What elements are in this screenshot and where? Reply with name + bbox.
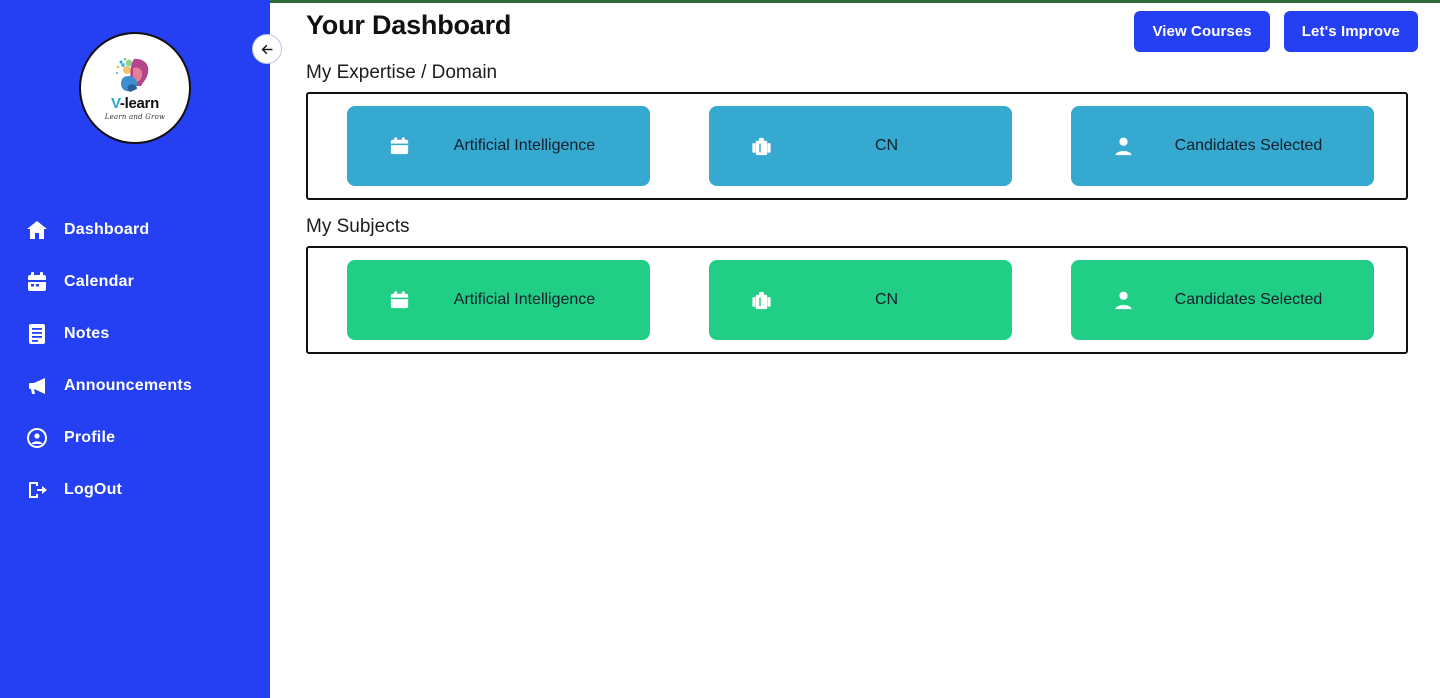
sidebar-item-logout[interactable]: LogOut [0,464,270,516]
card-label: Candidates Selected [1174,291,1323,308]
briefcase-icon [735,289,787,312]
notes-icon [24,321,50,347]
logout-icon [24,477,50,503]
card-label: Artificial Intelligence [453,137,596,154]
lets-improve-button[interactable]: Let's Improve [1283,11,1418,52]
card-label: CN [874,291,899,308]
sidebar-item-notes[interactable]: Notes [0,308,270,360]
view-courses-button[interactable]: View Courses [1134,11,1270,52]
main-content: Your Dashboard View Courses Let's Improv… [270,0,1440,698]
sidebar-item-dashboard[interactable]: Dashboard [0,204,270,256]
sidebar-item-label: Profile [64,429,116,446]
person-icon [1097,289,1149,312]
sidebar-item-label: LogOut [64,481,123,498]
sidebar-item-profile[interactable]: Profile [0,412,270,464]
sidebar-nav: Dashboard Calendar Notes Announcements P… [0,204,270,516]
expertise-card-candidates-selected[interactable]: Candidates Selected [1071,106,1374,186]
calendar-icon [373,135,425,158]
sidebar-item-label: Dashboard [64,221,150,238]
subject-card-cn[interactable]: CN [709,260,1012,340]
logo-wordmark-prefix: V [111,95,120,112]
app-logo: V-learn Learn and Grow [79,32,191,144]
sidebar-item-label: Notes [64,325,110,342]
calendar-icon [24,269,50,295]
home-icon [24,217,50,243]
header-actions: View Courses Let's Improve [1134,11,1418,52]
user-circle-icon [24,425,50,451]
briefcase-icon [735,135,787,158]
arrow-left-icon [261,44,272,54]
brain-head-logo-icon [115,57,149,92]
top-accent-strip [270,0,1440,3]
page-title: Your Dashboard [306,10,512,40]
logo-wordmark: V-learn [111,96,159,111]
logo-wordmark-suffix: -learn [119,95,159,112]
megaphone-icon [24,373,50,399]
expertise-card-cn[interactable]: CN [709,106,1012,186]
dashboard-page: V-learn Learn and Grow Dashboard Calenda… [0,0,1440,698]
section-subjects: My Subjects Artificial Intelligence CN C… [270,200,1440,354]
section-title: My Subjects [306,216,410,237]
section-title: My Expertise / Domain [306,62,498,83]
subjects-card-row: Artificial Intelligence CN Candidates Se… [306,246,1408,354]
card-label: Candidates Selected [1174,137,1323,154]
sidebar-item-label: Announcements [64,377,192,394]
sidebar-item-calendar[interactable]: Calendar [0,256,270,308]
card-label: Artificial Intelligence [453,291,596,308]
sidebar: V-learn Learn and Grow Dashboard Calenda… [0,0,282,698]
calendar-icon [373,289,425,312]
sidebar-item-announcements[interactable]: Announcements [0,360,270,412]
subject-card-artificial-intelligence[interactable]: Artificial Intelligence [347,260,650,340]
card-label: CN [874,137,899,154]
sidebar-item-label: Calendar [64,273,135,290]
sidebar-collapse-button[interactable] [252,34,282,64]
person-icon [1097,135,1149,158]
expertise-card-row: Artificial Intelligence CN Candidates Se… [306,92,1408,200]
logo-tagline: Learn and Grow [104,113,166,121]
subject-card-candidates-selected[interactable]: Candidates Selected [1071,260,1374,340]
expertise-card-artificial-intelligence[interactable]: Artificial Intelligence [347,106,650,186]
